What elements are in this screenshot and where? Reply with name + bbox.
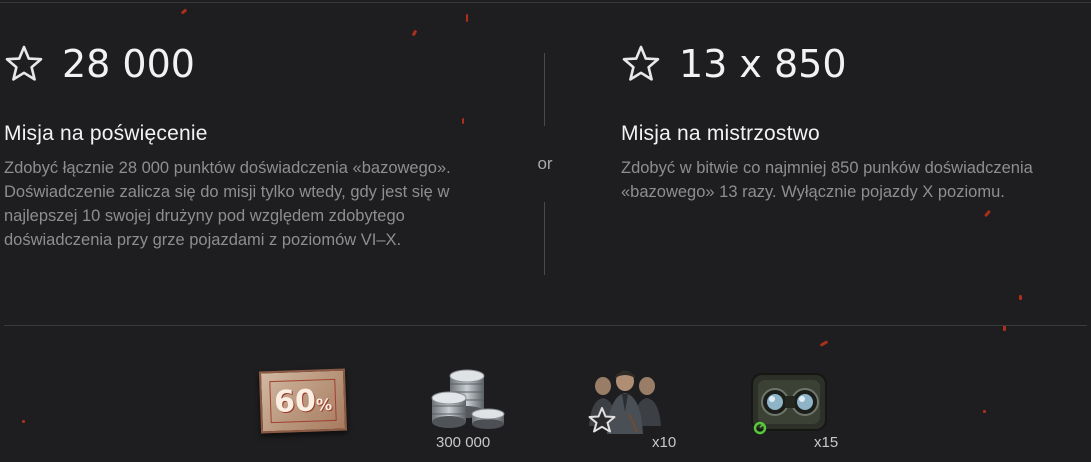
ember-decoration [466,14,468,22]
crew-members-icon [588,371,661,434]
mission-amount: 13 x 850 [679,42,847,86]
reward-caption: x15 [814,434,839,451]
discount-card-icon: 60% [258,368,348,434]
mission-title: Misja na poświęcenie [4,122,208,145]
rewards-divider [4,325,1087,326]
mission-description: Zdobyć w bitwie co najmniej 850 punków d… [621,159,1033,201]
mission-reward: 13 x 850 [621,38,1081,90]
ember-decoration [22,420,25,423]
ember-decoration [180,8,188,15]
binocular-equipment-icon [751,373,827,435]
mission-card-mastery: 13 x 850 Misja na mistrzostwo Zdobyć w b… [621,38,1081,204]
separator-line-bottom [544,202,545,275]
reward-caption: x10 [652,434,677,451]
reward-crew[interactable]: x10 [585,360,677,455]
ember-decoration [984,209,991,218]
separator-or-label: or [537,154,553,173]
reward-caption: 300 000 [436,434,491,451]
ember-decoration [1019,295,1022,300]
ember-decoration [983,410,986,413]
mission-amount: 28 000 [62,42,195,86]
discount-unit: % [315,394,333,415]
mission-card-sacrifice: 28 000 Misja na poświęcenie Zdobyć łączn… [4,38,504,252]
mission-title: Misja na mistrzostwo [621,122,820,145]
top-divider [0,2,1091,3]
ember-decoration [819,340,829,347]
discount-value: 60 [273,383,317,420]
reward-equipment[interactable]: x15 [748,360,838,455]
silver-coins-icon [431,369,505,429]
reward-silver[interactable]: 300 000 [426,360,516,455]
mission-description: Zdobyć łącznie 28 000 punktów doświadcze… [4,159,451,249]
reward-discount[interactable]: 60% [258,360,350,455]
separator-line-top [544,53,545,126]
star-outline-icon [4,44,44,84]
star-outline-icon [621,44,661,84]
ember-decoration [411,29,418,37]
mission-reward: 28 000 [4,38,504,90]
